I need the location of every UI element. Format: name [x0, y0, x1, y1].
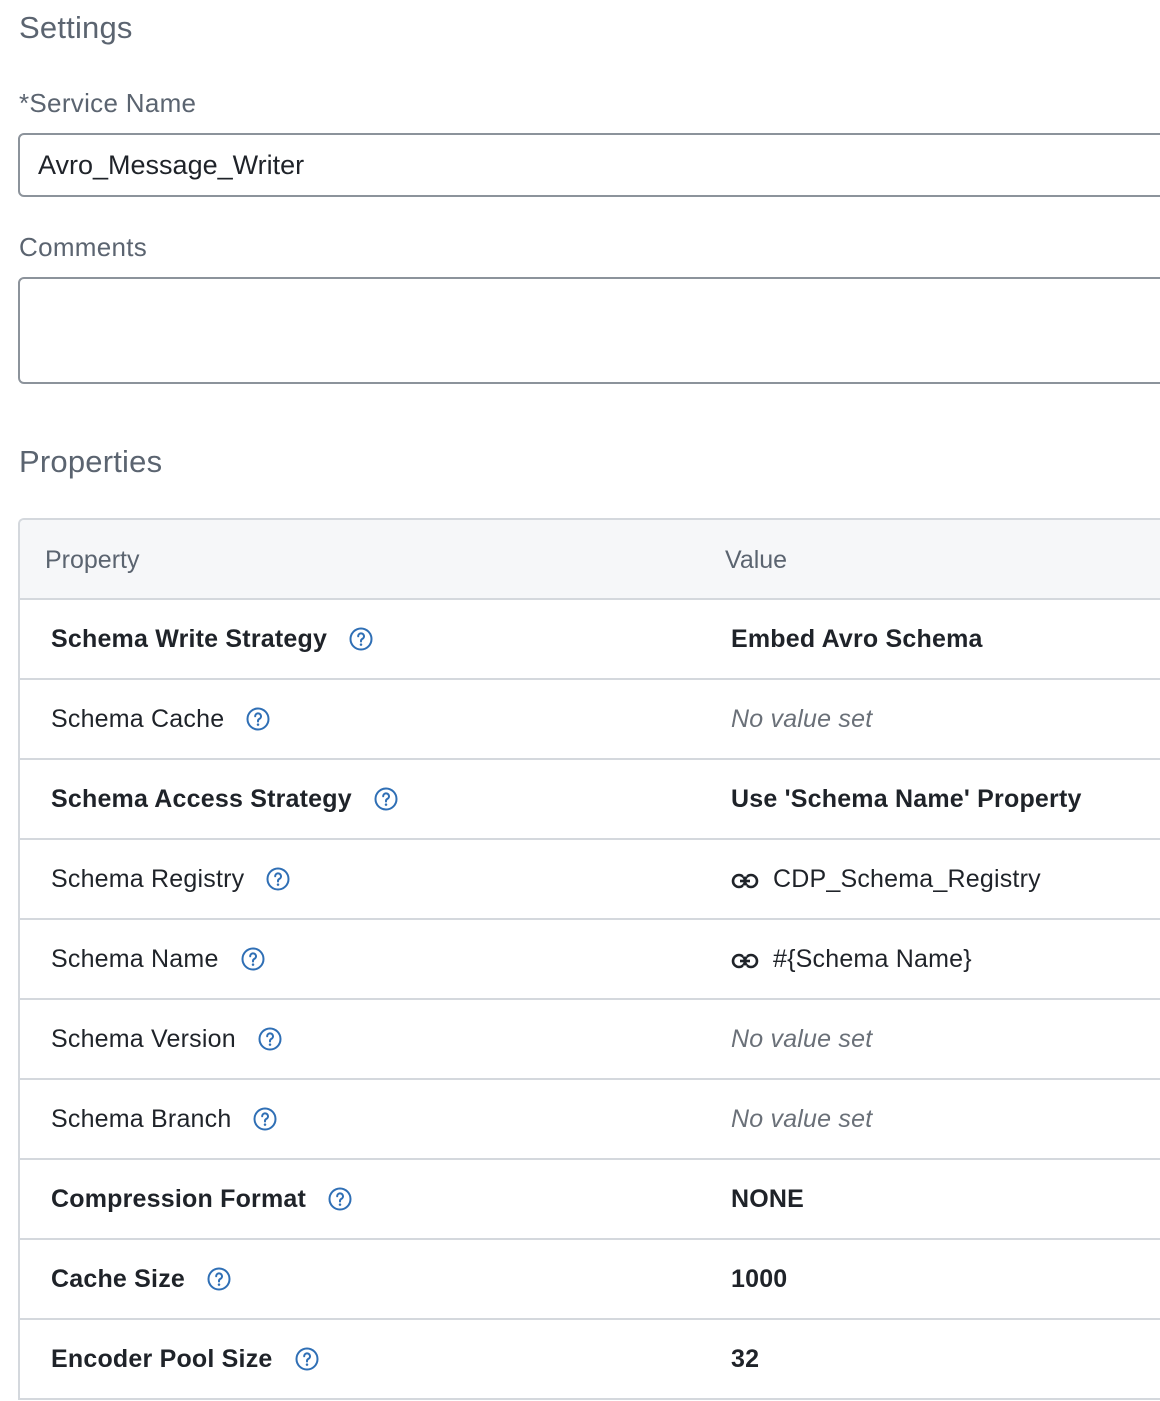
column-header-property: Property [45, 546, 140, 574]
property-name: Schema Access Strategy [51, 784, 352, 813]
property-name-cell: Encoder Pool Size [51, 1320, 319, 1398]
property-name: Schema Branch [51, 1104, 232, 1133]
service-name-label: *Service Name [19, 88, 197, 118]
property-name: Compression Format [51, 1184, 307, 1213]
property-value-cell[interactable]: #{Schema Name} [731, 920, 972, 998]
help-circle-icon[interactable] [246, 707, 270, 731]
property-name-cell: Schema Registry [51, 840, 290, 918]
property-row-compression-format[interactable]: Compression Format NONE [20, 1160, 1160, 1240]
property-row-schema-version[interactable]: Schema Version No value set [20, 1000, 1160, 1080]
properties-table-header: Property Value [20, 520, 1160, 600]
property-row-cache-size[interactable]: Cache Size 1000 [20, 1240, 1160, 1320]
property-name: Encoder Pool Size [51, 1344, 273, 1373]
property-name-cell: Schema Name [51, 920, 265, 998]
help-circle-icon[interactable] [374, 787, 398, 811]
property-value-cell[interactable]: No value set [731, 1000, 872, 1078]
property-value-cell[interactable]: 1000 [731, 1240, 787, 1318]
property-row-schema-name[interactable]: Schema Name #{Schema Name} [20, 920, 1160, 1000]
property-value: Embed Avro Schema [731, 624, 983, 653]
property-name-cell: Schema Branch [51, 1080, 277, 1158]
settings-panel: Settings *Service Name Comments Properti… [0, 0, 1160, 1401]
no-value-placeholder: No value set [731, 1104, 873, 1133]
no-value-placeholder: No value set [731, 704, 873, 733]
property-value: NONE [731, 1184, 805, 1213]
property-value-cell[interactable]: NONE [731, 1160, 804, 1238]
comments-label: Comments [19, 232, 148, 262]
help-circle-icon[interactable] [266, 867, 290, 891]
property-value: 32 [731, 1344, 760, 1373]
property-value-cell[interactable]: Embed Avro Schema [731, 600, 983, 678]
property-row-schema-access-strategy[interactable]: Schema Access Strategy Use 'Schema Name' … [20, 760, 1160, 840]
property-row-encoder-pool-size[interactable]: Encoder Pool Size 32 [20, 1320, 1160, 1400]
property-name: Schema Registry [51, 864, 245, 893]
property-value: Use 'Schema Name' Property [731, 784, 1082, 813]
property-name-cell: Cache Size [51, 1240, 231, 1318]
help-circle-icon[interactable] [328, 1187, 352, 1211]
property-name: Schema Name [51, 944, 219, 973]
property-row-schema-write-strategy[interactable]: Schema Write Strategy Embed Avro Schema [20, 600, 1160, 680]
properties-table: Property Value Schema Write Strategy Embe… [18, 518, 1160, 1400]
help-circle-icon[interactable] [241, 947, 265, 971]
property-value-cell[interactable]: Use 'Schema Name' Property [731, 760, 1082, 838]
settings-title: Settings [19, 10, 133, 45]
help-circle-icon[interactable] [295, 1347, 319, 1371]
property-row-schema-cache[interactable]: Schema Cache No value set [20, 680, 1160, 760]
property-row-schema-branch[interactable]: Schema Branch No value set [20, 1080, 1160, 1160]
property-name: Schema Write Strategy [51, 624, 328, 653]
property-name-cell: Schema Version [51, 1000, 282, 1078]
property-name: Schema Version [51, 1024, 236, 1053]
property-name-cell: Schema Write Strategy [51, 600, 373, 678]
property-value: 1000 [731, 1264, 788, 1293]
property-value-cell[interactable]: 32 [731, 1320, 759, 1398]
property-name-cell: Schema Access Strategy [51, 760, 398, 838]
property-name-cell: Compression Format [51, 1160, 352, 1238]
properties-title: Properties [19, 444, 163, 479]
property-name: Cache Size [51, 1264, 186, 1293]
property-name: Schema Cache [51, 704, 225, 733]
comments-input[interactable] [18, 277, 1160, 384]
property-value-cell[interactable]: No value set [731, 1080, 872, 1158]
no-value-placeholder: No value set [731, 1024, 873, 1053]
property-value-cell[interactable]: CDP_Schema_Registry [731, 840, 1041, 918]
help-circle-icon[interactable] [349, 627, 373, 651]
link-icon [731, 869, 759, 889]
properties-table-body: Schema Write Strategy Embed Avro Schema Sc… [20, 600, 1160, 1400]
property-value: CDP_Schema_Registry [773, 864, 1041, 893]
service-name-input[interactable] [18, 133, 1160, 197]
property-value: #{Schema Name} [773, 944, 972, 973]
link-icon [731, 949, 759, 969]
help-circle-icon[interactable] [258, 1027, 282, 1051]
column-header-value: Value [725, 546, 788, 574]
property-row-schema-registry[interactable]: Schema Registry CDP_Schema_Registry [20, 840, 1160, 920]
property-name-cell: Schema Cache [51, 680, 270, 758]
help-circle-icon[interactable] [253, 1107, 277, 1131]
property-value-cell[interactable]: No value set [731, 680, 872, 758]
help-circle-icon[interactable] [207, 1267, 231, 1291]
